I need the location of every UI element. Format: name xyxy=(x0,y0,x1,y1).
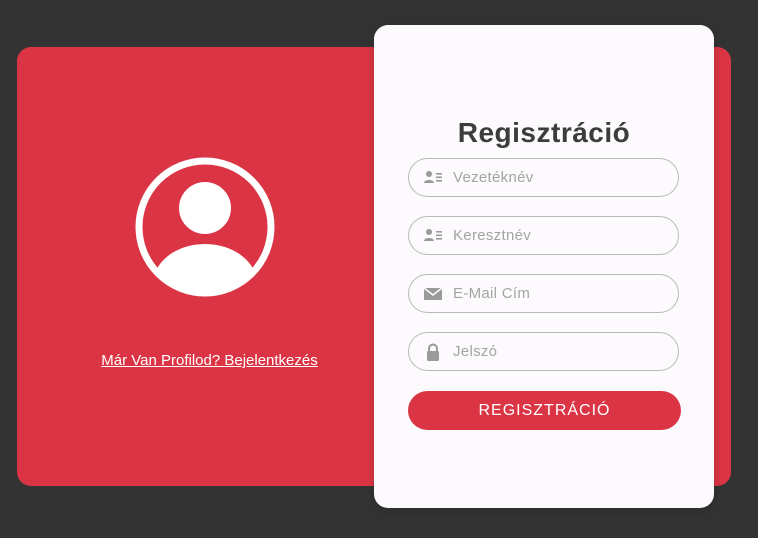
register-button[interactable]: REGISZTRÁCIÓ xyxy=(408,391,681,430)
password-field[interactable] xyxy=(408,332,679,371)
login-link[interactable]: Már Van Profilod? Bejelentkezés xyxy=(17,352,402,369)
last-name-field[interactable] xyxy=(408,158,679,197)
email-input[interactable] xyxy=(453,275,668,312)
last-name-input[interactable] xyxy=(453,159,668,196)
register-card: Regisztráció Vezetéknév Keresztnév E-Mai… xyxy=(374,25,714,508)
id-card-icon xyxy=(424,229,442,241)
lock-icon xyxy=(427,343,439,361)
id-card-icon xyxy=(424,171,442,183)
user-avatar-icon xyxy=(135,157,275,297)
email-field[interactable] xyxy=(408,274,679,313)
first-name-input[interactable] xyxy=(453,217,668,254)
page-title: Regisztráció xyxy=(457,117,631,148)
first-name-field[interactable] xyxy=(408,216,679,255)
page: Már Van Profilod? Bejelentkezés Regisztr… xyxy=(0,0,758,538)
envelope-icon xyxy=(423,287,443,300)
password-input[interactable] xyxy=(453,333,668,370)
